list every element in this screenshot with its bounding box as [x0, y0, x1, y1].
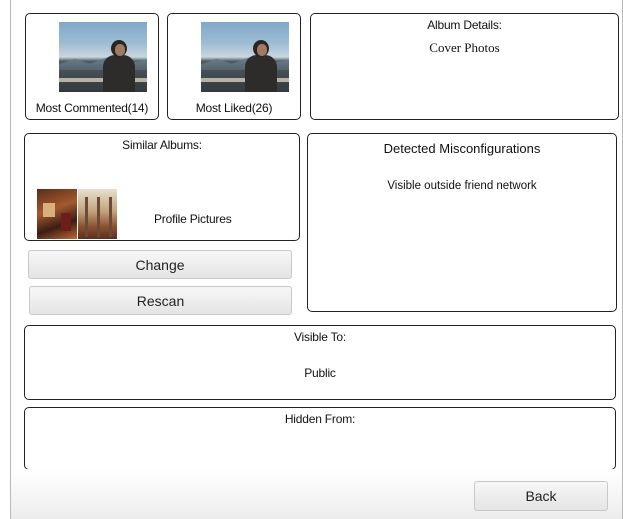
similar-album-label[interactable]: Profile Pictures	[154, 212, 232, 226]
back-button[interactable]: Back	[474, 481, 608, 511]
most-commented-photo[interactable]	[59, 22, 147, 92]
visible-to-panel: Visible To: Public	[24, 325, 616, 400]
misconfigurations-panel: Detected Misconfigurations Visible outsi…	[307, 133, 617, 312]
most-commented-label: Most Commented(14)	[35, 101, 149, 115]
visible-to-heading: Visible To:	[293, 330, 347, 344]
similar-albums-heading: Similar Albums:	[122, 138, 202, 152]
most-commented-tile[interactable]: Most Commented(14)	[25, 13, 159, 120]
visible-to-value: Public	[304, 366, 336, 380]
most-liked-label: Most Liked(26)	[195, 101, 273, 115]
most-liked-photo[interactable]	[201, 22, 289, 92]
similar-albums-panel: Similar Albums: Profile Pictures	[24, 133, 300, 241]
hidden-from-panel: Hidden From:	[24, 407, 616, 470]
album-name: Cover Photos	[429, 40, 500, 55]
album-details-heading: Album Details:	[427, 18, 502, 32]
album-details-panel: Album Details: Cover Photos	[310, 13, 619, 120]
most-liked-tile[interactable]: Most Liked(26)	[167, 13, 301, 120]
change-button[interactable]: Change	[28, 250, 292, 279]
similar-album-thumbnail[interactable]	[37, 189, 117, 239]
misconfiguration-item: Visible outside friend network	[387, 180, 537, 192]
album-window: Most Commented(14) Most Liked(26) Album …	[10, 0, 623, 519]
rescan-button[interactable]: Rescan	[29, 286, 292, 315]
misconfigurations-heading: Detected Misconfigurations	[383, 141, 541, 156]
hidden-from-heading: Hidden From:	[284, 412, 356, 426]
